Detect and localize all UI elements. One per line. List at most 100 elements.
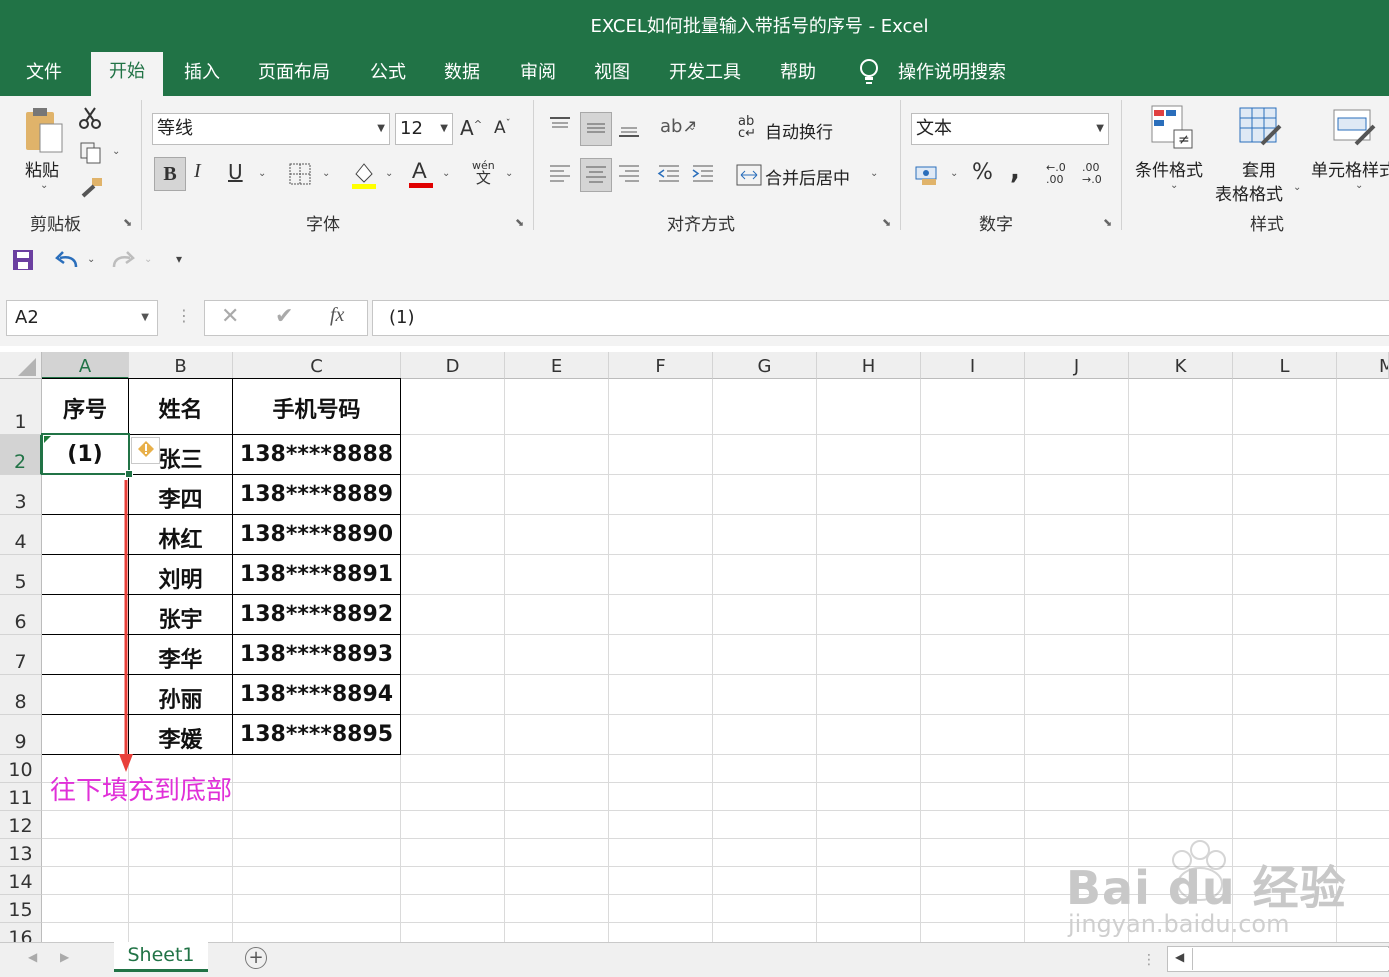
- italic-button[interactable]: I: [194, 160, 201, 183]
- table-cell[interactable]: 138****8889: [233, 482, 400, 507]
- cut-icon[interactable]: [78, 106, 102, 134]
- top-align-icon[interactable]: [548, 114, 574, 142]
- column-header[interactable]: E: [505, 352, 609, 379]
- conditional-formatting-button[interactable]: 条件格式: [1135, 156, 1203, 181]
- table-cell[interactable]: 138****8888: [233, 442, 400, 467]
- accounting-format-icon[interactable]: [914, 163, 942, 191]
- column-header[interactable]: L: [1233, 352, 1337, 379]
- paste-icon[interactable]: [22, 104, 68, 160]
- increase-indent-icon[interactable]: [691, 162, 717, 190]
- column-header[interactable]: I: [921, 352, 1025, 379]
- cell-styles-icon[interactable]: [1332, 104, 1378, 154]
- format-as-table-icon[interactable]: [1238, 104, 1284, 154]
- merge-dropdown-icon[interactable]: ⌄: [870, 168, 878, 179]
- tab-file[interactable]: 文件: [26, 60, 62, 96]
- wrap-text-icon[interactable]: ab c↵: [738, 115, 756, 140]
- column-header[interactable]: G: [713, 352, 817, 379]
- align-left-icon[interactable]: [548, 162, 574, 190]
- merge-center-icon[interactable]: [736, 164, 762, 190]
- undo-icon[interactable]: [54, 249, 80, 275]
- increase-font-size-icon[interactable]: A^: [460, 116, 482, 140]
- conditional-formatting-icon[interactable]: ≠: [1150, 104, 1196, 154]
- header-cell-name[interactable]: 姓名: [129, 392, 232, 424]
- add-sheet-icon[interactable]: +: [245, 947, 267, 969]
- enter-check-icon[interactable]: ✔: [275, 304, 293, 329]
- font-color-dropdown-icon[interactable]: ⌄: [442, 168, 450, 179]
- copy-icon[interactable]: [80, 142, 102, 168]
- row-header[interactable]: 6: [0, 595, 42, 635]
- comma-style-button[interactable]: ,: [1010, 156, 1020, 186]
- table-cell[interactable]: 李媛: [129, 722, 232, 754]
- format-as-table-button-line1[interactable]: 套用: [1242, 156, 1276, 181]
- tab-formulas[interactable]: 公式: [370, 60, 406, 96]
- phonetic-dropdown-icon[interactable]: ⌄: [505, 168, 513, 179]
- row-header[interactable]: 15: [0, 895, 42, 923]
- row-header[interactable]: 2: [0, 435, 42, 475]
- fill-color-icon[interactable]: [350, 160, 378, 194]
- merge-center-button[interactable]: 合并后居中: [765, 164, 850, 189]
- font-name-combo[interactable]: 等线 ▼: [152, 113, 390, 145]
- tab-page-layout[interactable]: 页面布局: [258, 60, 330, 96]
- row-header[interactable]: 11: [0, 783, 42, 811]
- decrease-indent-icon[interactable]: [657, 162, 683, 190]
- tab-data[interactable]: 数据: [444, 60, 480, 96]
- column-header[interactable]: F: [609, 352, 713, 379]
- column-header[interactable]: H: [817, 352, 921, 379]
- number-launcher-icon[interactable]: ⬊: [1103, 216, 1112, 229]
- row-header[interactable]: 7: [0, 635, 42, 675]
- copy-dropdown-icon[interactable]: ⌄: [112, 146, 120, 157]
- column-header[interactable]: K: [1129, 352, 1233, 379]
- column-header[interactable]: C: [233, 352, 401, 379]
- increase-decimal-icon[interactable]: ←.0.00: [1046, 162, 1066, 186]
- middle-align-icon[interactable]: [580, 112, 612, 146]
- error-check-button[interactable]: [131, 437, 160, 464]
- table-cell[interactable]: 138****8893: [233, 642, 400, 667]
- table-cell[interactable]: 138****8894: [233, 682, 400, 707]
- tab-view[interactable]: 视图: [594, 60, 630, 96]
- tab-developer[interactable]: 开发工具: [669, 60, 741, 96]
- borders-dropdown-icon[interactable]: ⌄: [322, 168, 330, 179]
- sheet-tab-sheet1[interactable]: Sheet1: [114, 942, 208, 972]
- row-header[interactable]: 4: [0, 515, 42, 555]
- format-as-table-button-line2[interactable]: 表格格式: [1215, 180, 1283, 205]
- cancel-icon[interactable]: ✕: [221, 304, 239, 329]
- cell-styles-button[interactable]: 单元格样式: [1311, 156, 1389, 181]
- table-cell[interactable]: 李四: [129, 482, 232, 514]
- bottom-align-icon[interactable]: [617, 114, 643, 142]
- conditional-dropdown-icon[interactable]: ⌄: [1170, 180, 1178, 191]
- underline-dropdown-icon[interactable]: ⌄: [258, 168, 266, 179]
- align-right-icon[interactable]: [617, 162, 643, 190]
- redo-dropdown-icon[interactable]: ⌄: [144, 254, 152, 265]
- row-header[interactable]: 13: [0, 839, 42, 867]
- cell-styles-dropdown-icon[interactable]: ⌄: [1355, 180, 1363, 191]
- tab-review[interactable]: 审阅: [520, 60, 556, 96]
- bold-button[interactable]: B: [154, 157, 186, 191]
- alignment-launcher-icon[interactable]: ⬊: [882, 216, 891, 229]
- percent-button[interactable]: %: [972, 160, 993, 185]
- row-header[interactable]: 1: [0, 379, 42, 435]
- scrollbar-left-arrow-icon[interactable]: ◀: [1175, 950, 1184, 964]
- row-header[interactable]: 3: [0, 475, 42, 515]
- row-header[interactable]: 8: [0, 675, 42, 715]
- decrease-font-size-icon[interactable]: Aˇ: [494, 118, 511, 138]
- table-cell[interactable]: 刘明: [129, 562, 232, 594]
- number-format-combo[interactable]: 文本 ▼: [911, 113, 1109, 145]
- header-cell-index[interactable]: 序号: [42, 392, 128, 424]
- row-header[interactable]: 10: [0, 755, 42, 783]
- wrap-text-button[interactable]: 自动换行: [765, 118, 833, 143]
- font-size-combo[interactable]: 12 ▼: [395, 113, 453, 145]
- table-cell[interactable]: 李华: [129, 642, 232, 674]
- table-dropdown-icon[interactable]: ⌄: [1293, 182, 1301, 193]
- table-cell[interactable]: 138****8892: [233, 602, 400, 627]
- column-header[interactable]: B: [129, 352, 233, 379]
- font-color-icon[interactable]: A: [407, 158, 435, 194]
- table-cell[interactable]: 138****8891: [233, 562, 400, 587]
- accounting-dropdown-icon[interactable]: ⌄: [950, 168, 958, 179]
- insert-function-button[interactable]: fx: [330, 304, 344, 327]
- decrease-decimal-icon[interactable]: .00 →.0: [1082, 162, 1102, 186]
- font-launcher-icon[interactable]: ⬊: [515, 216, 524, 229]
- tab-insert[interactable]: 插入: [184, 60, 220, 96]
- paste-button[interactable]: 粘贴: [25, 156, 59, 181]
- scroll-right-icon[interactable]: ▶: [60, 950, 69, 964]
- formula-input[interactable]: (1): [372, 300, 1389, 336]
